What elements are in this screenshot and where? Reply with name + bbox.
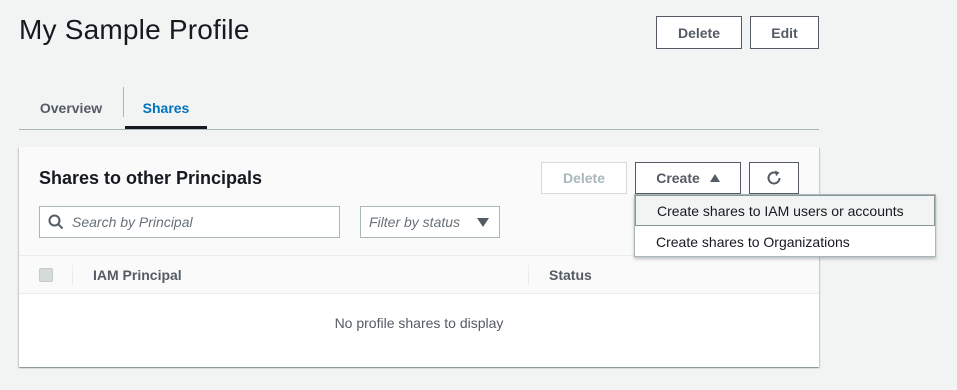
search-input[interactable] [72,214,322,230]
menu-item-create-iam-shares[interactable]: Create shares to IAM users or accounts [635,195,935,226]
column-divider [72,265,73,285]
delete-share-button[interactable]: Delete [541,162,627,194]
search-field [39,206,340,238]
create-button-label: Create [656,170,700,186]
status-filter-select[interactable]: Filter by status [360,206,500,238]
page-title: My Sample Profile [19,14,250,45]
refresh-icon [767,170,781,185]
table-header: IAM Principal Status [19,255,819,294]
edit-profile-button[interactable]: Edit [750,16,819,49]
create-share-button[interactable]: Create [635,162,741,194]
create-dropdown-menu: Create shares to IAM users or accounts C… [634,194,936,257]
panel-title: Shares to other Principals [39,168,263,188]
select-all-checkbox[interactable] [39,268,53,282]
tab-divider [123,87,124,117]
caret-up-icon [709,174,720,182]
delete-profile-button[interactable]: Delete [656,16,742,49]
column-header-status[interactable]: Status [549,267,592,283]
shares-panel: Shares to other Principals Delete Create… [19,147,819,367]
tab-bar: Overview Shares [19,86,819,130]
column-divider [528,265,529,285]
status-filter-label: Filter by status [369,214,461,230]
search-icon [48,214,64,230]
refresh-button[interactable] [749,162,799,194]
empty-state-message: No profile shares to display [334,315,504,331]
tab-shares[interactable]: Shares [125,86,207,129]
page: My Sample Profile Delete Edit Overview S… [0,0,957,390]
active-tab-indicator [125,126,207,129]
tab-overview[interactable]: Overview [19,86,123,129]
menu-item-create-org-shares[interactable]: Create shares to Organizations [635,226,935,257]
column-header-iam-principal[interactable]: IAM Principal [93,267,182,283]
caret-down-icon [477,217,489,227]
